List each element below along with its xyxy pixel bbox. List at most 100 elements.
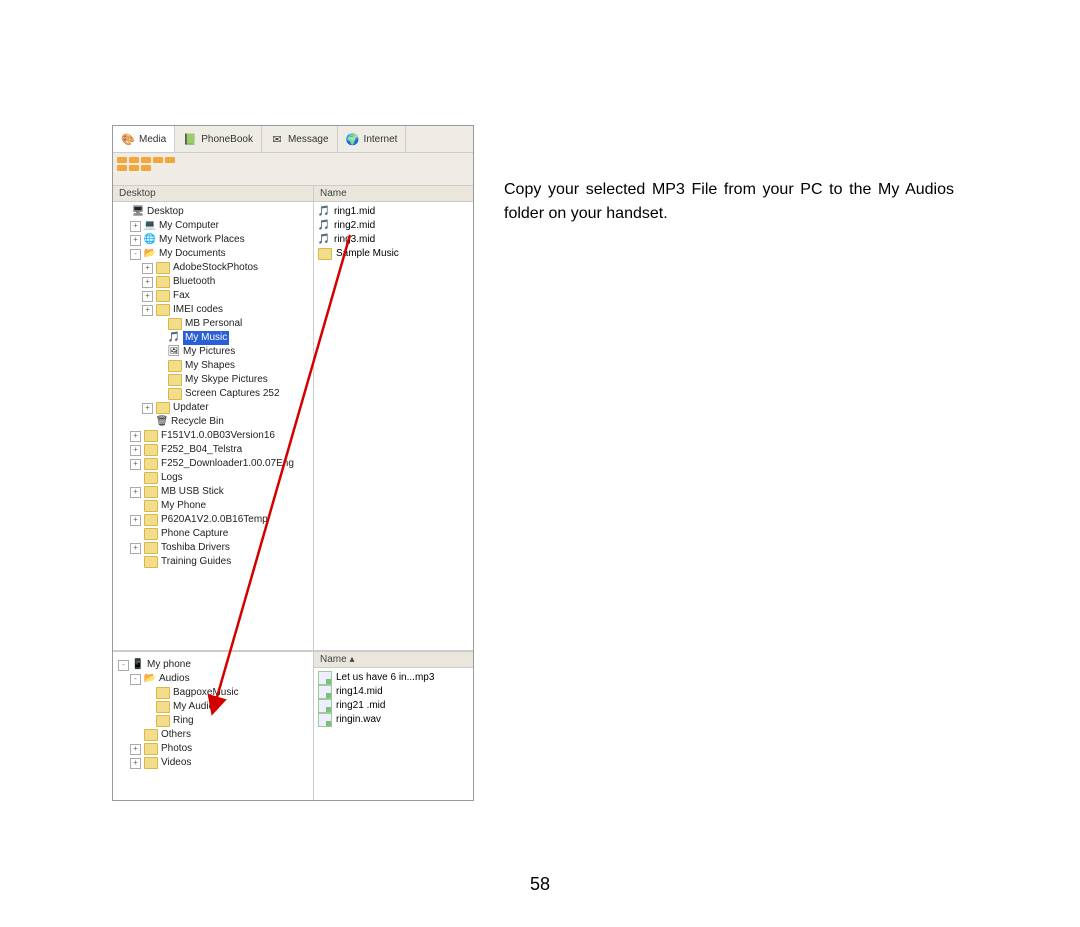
tree-node[interactable]: +Fax	[115, 289, 311, 303]
file-list-bottom[interactable]: Let us have 6 in...mp3ring14.midring21 .…	[314, 668, 473, 730]
music-file-icon: 🎵	[318, 220, 330, 232]
expand-toggle-icon[interactable]: +	[130, 431, 141, 442]
tree-node[interactable]: 🎵My Music	[115, 331, 311, 345]
expand-toggle-icon[interactable]: +	[142, 277, 153, 288]
tree-node[interactable]: +P620A1V2.0.0B16Temp	[115, 513, 311, 527]
folder-icon	[144, 757, 158, 769]
tree-label: Recycle Bin	[171, 415, 224, 429]
tree-label: My Skype Pictures	[185, 373, 268, 387]
tree-label: My Documents	[159, 247, 226, 261]
expand-toggle-icon[interactable]: +	[130, 758, 141, 769]
tree-label: F151V1.0.0B03Version16	[161, 429, 275, 443]
file-item[interactable]: ring14.mid	[318, 685, 469, 699]
file-list-top[interactable]: 🎵ring1.mid🎵ring2.mid🎵ring3.midSample Mus…	[314, 202, 473, 264]
tree-node[interactable]: MB Personal	[115, 317, 311, 331]
expand-toggle-icon[interactable]: -	[130, 249, 141, 260]
folder-icon	[144, 514, 158, 526]
tree-node[interactable]: +F252_Downloader1.00.07Eng	[115, 457, 311, 471]
phone-file-list-header[interactable]: Name ▴	[314, 652, 473, 668]
tree-node[interactable]: Training Guides	[115, 555, 311, 569]
tree-label: MB Personal	[185, 317, 242, 331]
tree-node[interactable]: Logs	[115, 471, 311, 485]
tab-bar: 🎨 Media 📗 PhoneBook ✉ Message 🌍 Internet	[113, 126, 473, 153]
file-item[interactable]: 🎵ring2.mid	[318, 219, 469, 233]
file-item[interactable]: 🎵ring3.mid	[318, 233, 469, 247]
tree-node[interactable]: My Phone	[115, 499, 311, 513]
desktop-tree[interactable]: 🖥Desktop+💻My Computer+🌐My Network Places…	[113, 202, 313, 572]
file-name: ringin.wav	[336, 713, 381, 727]
expand-toggle-icon[interactable]: +	[130, 459, 141, 470]
expand-toggle-icon[interactable]: +	[142, 403, 153, 414]
file-item[interactable]: Sample Music	[318, 247, 469, 261]
tree-node[interactable]: Screen Captures 252	[115, 387, 311, 401]
expand-toggle-icon[interactable]: +	[142, 263, 153, 274]
expand-toggle-icon[interactable]: +	[130, 744, 141, 755]
tree-node[interactable]: + F252_B04_Telstra	[115, 443, 311, 457]
tree-node[interactable]: 🗑Recycle Bin	[115, 415, 311, 429]
tab-phonebook[interactable]: 📗 PhoneBook	[175, 126, 262, 152]
tree-node[interactable]: +💻My Computer	[115, 219, 311, 233]
media-icon: 🎨	[121, 132, 135, 146]
tree-node[interactable]: +🌐My Network Places	[115, 233, 311, 247]
item-icon: 🖥	[132, 206, 144, 218]
message-icon: ✉	[270, 132, 284, 146]
toolbar-slot	[117, 157, 127, 163]
tree-node[interactable]: 🖼My Pictures	[115, 345, 311, 359]
tree-node[interactable]: +Toshiba Drivers	[115, 541, 311, 555]
tree-node[interactable]: 🖥Desktop	[115, 205, 311, 219]
phone-tree[interactable]: -📱My phone-📂AudiosBagpoxeMusicMy AudiosR…	[113, 652, 313, 773]
folder-icon	[168, 388, 182, 400]
tab-message[interactable]: ✉ Message	[262, 126, 338, 152]
expand-toggle-icon[interactable]: +	[130, 487, 141, 498]
tree-node[interactable]: -📂Audios	[115, 672, 311, 686]
tree-node[interactable]: +AdobeStockPhotos	[115, 261, 311, 275]
item-icon: 🎵	[168, 332, 180, 344]
expand-toggle-icon[interactable]: +	[130, 235, 141, 246]
tab-internet[interactable]: 🌍 Internet	[338, 126, 407, 152]
tree-node[interactable]: My Shapes	[115, 359, 311, 373]
tree-node[interactable]: +Videos	[115, 756, 311, 770]
folder-icon	[156, 701, 170, 713]
tree-label: My phone	[147, 658, 191, 672]
tree-node[interactable]: + Photos	[115, 742, 311, 756]
tree-node[interactable]: +Updater	[115, 401, 311, 415]
tree-label: My Music	[183, 331, 229, 345]
tree-node[interactable]: +MB USB Stick	[115, 485, 311, 499]
tree-label: Photos	[161, 742, 192, 756]
item-icon: 🗑	[156, 416, 168, 428]
tree-node[interactable]: Phone Capture	[115, 527, 311, 541]
tree-node[interactable]: My Audios	[115, 700, 311, 714]
expand-toggle-icon[interactable]: +	[142, 291, 153, 302]
tree-node[interactable]: +IMEI codes	[115, 303, 311, 317]
tree-label: My Audios	[173, 700, 219, 714]
item-icon: 📂	[144, 673, 156, 685]
file-list-header[interactable]: Name	[314, 186, 473, 202]
tree-label: F252_B04_Telstra	[161, 443, 242, 457]
expand-toggle-icon[interactable]: +	[130, 515, 141, 526]
tree-node[interactable]: BagpoxeMusic	[115, 686, 311, 700]
expand-toggle-icon[interactable]: +	[130, 543, 141, 554]
tree-node[interactable]: + F151V1.0.0B03Version16	[115, 429, 311, 443]
expand-toggle-icon[interactable]: +	[130, 221, 141, 232]
tree-node[interactable]: Others	[115, 728, 311, 742]
tree-node[interactable]: My Skype Pictures	[115, 373, 311, 387]
expand-toggle-icon[interactable]: +	[142, 305, 153, 316]
item-icon: 📂	[144, 248, 156, 260]
tree-node[interactable]: -📂My Documents	[115, 247, 311, 261]
file-item[interactable]: Let us have 6 in...mp3	[318, 671, 469, 685]
tree-node[interactable]: -📱My phone	[115, 658, 311, 672]
file-item[interactable]: ring21 .mid	[318, 699, 469, 713]
file-item[interactable]: ringin.wav	[318, 713, 469, 727]
tree-node[interactable]: +Bluetooth	[115, 275, 311, 289]
folder-icon	[144, 430, 158, 442]
tab-media[interactable]: 🎨 Media	[113, 126, 175, 152]
folder-icon	[168, 374, 182, 386]
expand-toggle-icon[interactable]: -	[118, 660, 129, 671]
expand-toggle-icon[interactable]: +	[130, 445, 141, 456]
tree-node[interactable]: Ring	[115, 714, 311, 728]
tree-label: My Network Places	[159, 233, 245, 247]
file-item[interactable]: 🎵ring1.mid	[318, 205, 469, 219]
tab-internet-label: Internet	[364, 134, 398, 145]
folder-icon	[168, 360, 182, 372]
expand-toggle-icon[interactable]: -	[130, 674, 141, 685]
